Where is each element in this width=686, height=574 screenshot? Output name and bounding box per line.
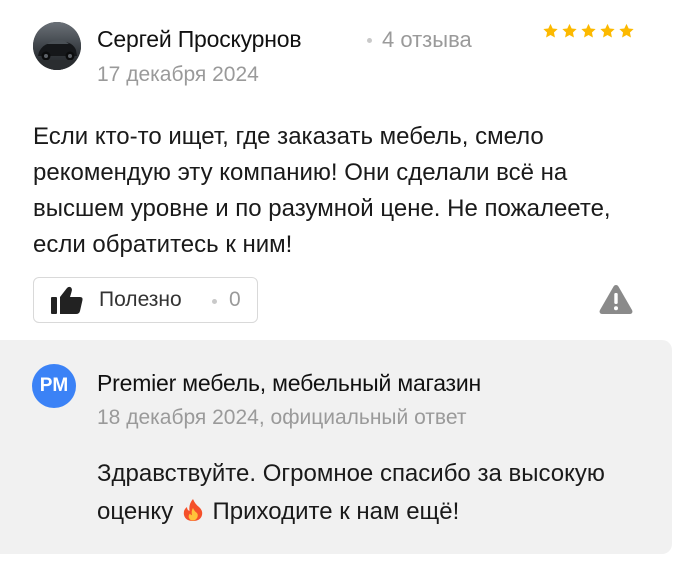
rating-stars (541, 22, 636, 40)
separator-dot (212, 299, 217, 304)
review-card: Сергей Проскурнов 4 отзыва 17 декабря 20… (0, 0, 686, 340)
separator-dot (367, 38, 372, 43)
reply-meta: 18 декабря 2024, официальный ответ (97, 406, 467, 429)
org-name[interactable]: Premier мебель, мебельный магазин (97, 370, 481, 397)
reply-text: Здравствуйте. Огромное спасибо за высоку… (97, 455, 657, 531)
star-icon (581, 23, 596, 38)
car-photo-avatar-icon (33, 22, 81, 70)
review-text: Если кто-то ищет, где заказать мебель, с… (33, 123, 611, 258)
star-icon (600, 23, 615, 38)
fire-emoji-icon (183, 499, 203, 521)
author-avatar[interactable] (33, 22, 81, 70)
star-icon (619, 23, 634, 38)
author-name[interactable]: Сергей Проскурнов (97, 26, 302, 53)
useful-label: Полезно (99, 288, 182, 311)
thumbs-up-icon (51, 286, 83, 314)
review-date: 17 декабря 2024 (97, 63, 259, 86)
useful-button[interactable]: Полезно 0 (33, 277, 258, 323)
star-icon (543, 23, 558, 38)
star-icon (562, 23, 577, 38)
reply-text-part2: Приходите к нам ещё! (212, 498, 460, 525)
author-reviews-count[interactable]: 4 отзыва (382, 27, 472, 53)
useful-count: 0 (229, 288, 241, 311)
org-avatar: PM (32, 364, 76, 408)
official-reply: PM Premier мебель, мебельный магазин 18 … (0, 340, 672, 554)
warning-triangle-icon[interactable] (598, 283, 634, 315)
